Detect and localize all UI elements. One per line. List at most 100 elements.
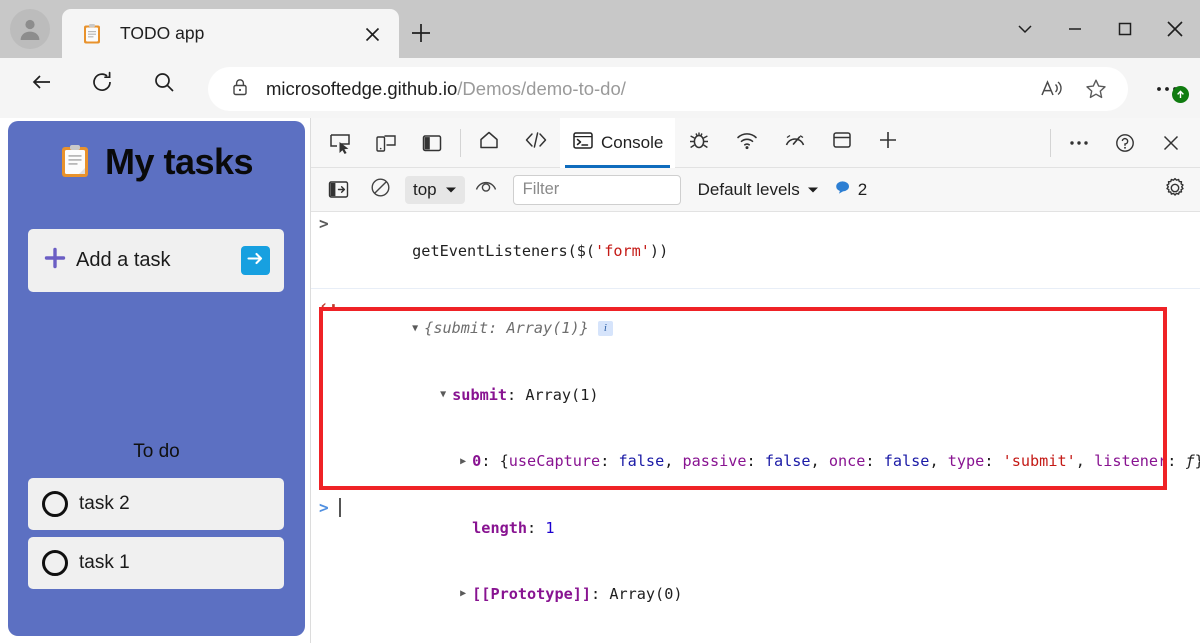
url-host: microsoftedge.github.io [266, 78, 457, 99]
live-expression-button[interactable] [465, 173, 507, 207]
task-checkbox[interactable] [42, 491, 68, 517]
console-tree-row[interactable]: ▼submit: Array(1) [311, 362, 1200, 429]
browser-tab[interactable]: TODO app [62, 9, 399, 58]
task-checkbox[interactable] [42, 550, 68, 576]
maximize-button[interactable] [1100, 6, 1150, 52]
elements-icon [524, 129, 548, 156]
tree-row-value: Array(1) [525, 386, 598, 404]
application-icon [831, 129, 853, 156]
chevron-down-icon [445, 181, 457, 199]
add-task-input[interactable]: Add a task [28, 229, 284, 292]
disclosure-triangle-icon[interactable]: ▼ [412, 318, 422, 340]
home-icon [478, 129, 500, 156]
tab-console[interactable]: Console [560, 118, 675, 168]
browser-window: TODO app [0, 0, 1200, 643]
disclosure-triangle-icon[interactable]: ▶ [460, 583, 470, 605]
tab-elements[interactable] [512, 118, 560, 168]
task-list-item[interactable]: task 2 [28, 478, 284, 530]
disclosure-triangle-icon[interactable]: ▶ [460, 451, 470, 473]
lock-icon[interactable] [230, 77, 250, 102]
close-icon[interactable] [359, 21, 385, 47]
console-toolbar: top Filter Default levels [311, 168, 1200, 212]
devtools-settings-button[interactable] [1158, 174, 1192, 206]
todo-app-header: My tasks [8, 141, 305, 183]
obj-value: false [619, 452, 665, 470]
inspect-element-icon[interactable] [317, 122, 363, 164]
devtools-close-icon[interactable] [1148, 122, 1194, 164]
tree-row-key: [[Prototype]] [472, 585, 591, 603]
tree-row-sep: : [591, 585, 609, 603]
devtools-more-icon[interactable] [1056, 122, 1102, 164]
plus-icon [877, 129, 899, 156]
tab-console-label: Console [601, 133, 663, 153]
search-button[interactable] [146, 66, 182, 102]
network-icon [735, 129, 759, 156]
toolbar-divider [460, 129, 461, 157]
tab-performance[interactable] [771, 118, 819, 168]
back-button[interactable] [24, 66, 60, 102]
tab-network[interactable] [723, 118, 771, 168]
message-count-badge[interactable]: 2 [835, 180, 867, 200]
clear-circle-slash-icon [370, 177, 391, 203]
tab-actions-chevron[interactable] [1000, 6, 1050, 52]
console-output[interactable]: >getEventListeners($('form')) ‹·▼{submit… [311, 213, 1200, 643]
disclosure-triangle-icon[interactable]: ▼ [440, 384, 450, 406]
console-tree-row: length: 1 [311, 495, 1200, 561]
console-command-fn: getEventListeners [412, 242, 567, 260]
performance-icon [783, 129, 807, 156]
reload-button[interactable] [84, 66, 120, 102]
plus-icon [410, 22, 432, 49]
console-tree-row[interactable]: ▶[[Prototype]]: Array(0) [311, 561, 1200, 628]
tree-row-sep: : [507, 386, 525, 404]
toolbar-divider [1050, 129, 1051, 157]
minimize-button[interactable] [1050, 6, 1100, 52]
console-command-open: ($( [568, 242, 595, 260]
tab-more-tools[interactable] [865, 118, 911, 168]
log-levels-dropdown[interactable]: Default levels [698, 180, 819, 200]
clipboard-icon [60, 144, 92, 180]
devtools-tab-bar-right [1045, 118, 1200, 168]
clear-console-button[interactable] [359, 173, 401, 207]
star-icon[interactable] [1074, 67, 1118, 111]
arrow-right-icon [247, 251, 264, 271]
new-tab-button[interactable] [405, 19, 437, 51]
update-arrow-icon[interactable] [1172, 86, 1189, 103]
console-prompt[interactable]: > [319, 498, 341, 517]
close-window-button[interactable] [1150, 6, 1200, 52]
window-controls [1000, 0, 1200, 58]
console-sidebar-icon[interactable] [317, 173, 359, 207]
task-label: task 1 [79, 552, 130, 574]
result-summary-open: { [424, 319, 433, 337]
devtools-help-icon[interactable] [1102, 122, 1148, 164]
tab-welcome[interactable] [466, 118, 512, 168]
web-page-viewport: My tasks Add a task To do [0, 118, 310, 643]
tab-application[interactable] [819, 118, 865, 168]
tree-row-sep: : [481, 452, 499, 470]
dock-side-icon[interactable] [409, 122, 455, 164]
console-filter-input[interactable]: Filter [513, 175, 681, 205]
profile-button[interactable] [10, 9, 50, 49]
add-task-submit-button[interactable] [241, 246, 270, 275]
console-command-arg: 'form' [595, 242, 650, 260]
todo-app-card: My tasks Add a task To do [8, 121, 305, 636]
console-result-summary-row[interactable]: ‹·▼{submit: Array(1)} i [311, 289, 1200, 362]
gear-icon [1164, 177, 1186, 204]
context-label: top [413, 180, 437, 200]
info-badge-icon[interactable]: i [598, 321, 613, 336]
console-tree-row[interactable]: ▶[[Prototype]]: Object [311, 627, 1200, 643]
task-list-item[interactable]: task 1 [28, 537, 284, 589]
chevron-down-icon [807, 181, 819, 199]
console-tree-row[interactable]: ▶0: {useCapture: false, passive: false, … [311, 428, 1200, 495]
obj-value: 'submit' [1003, 452, 1076, 470]
obj-value: false [884, 452, 930, 470]
console-prompt-caret: > [319, 498, 329, 517]
tree-row-key: length [472, 519, 527, 537]
tab-sources[interactable] [675, 118, 723, 168]
device-emulation-icon[interactable] [363, 122, 409, 164]
task-label: task 2 [79, 493, 130, 515]
reload-icon [90, 70, 114, 99]
javascript-context-select[interactable]: top [405, 176, 465, 204]
console-output-gutter: ‹· [319, 295, 338, 317]
read-aloud-icon[interactable] [1030, 67, 1074, 111]
address-bar[interactable]: microsoftedge.github.io/Demos/demo-to-do… [208, 67, 1128, 111]
